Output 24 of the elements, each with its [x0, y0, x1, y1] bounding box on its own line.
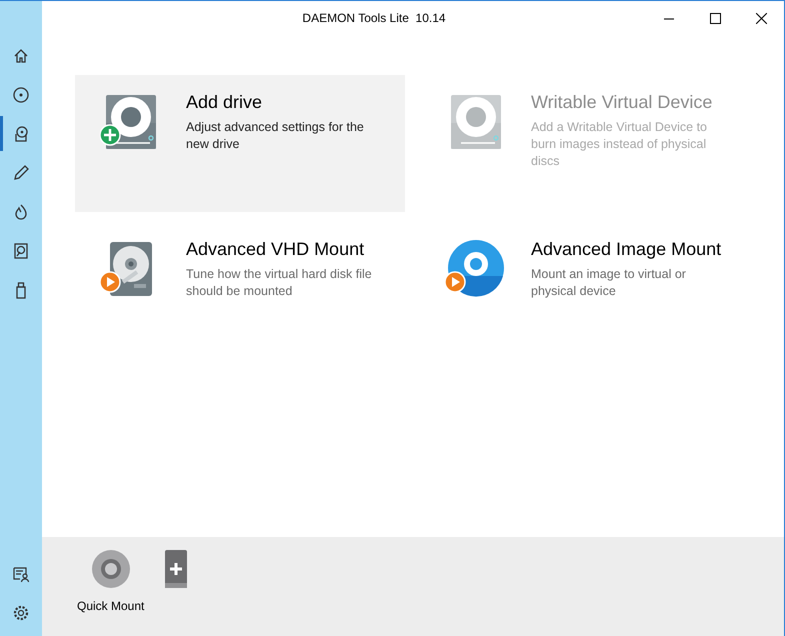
- selection-indicator: [0, 116, 3, 151]
- window-title: DAEMON Tools Lite 10.14: [301, 10, 447, 27]
- action-card[interactable]: Advanced VHD Mount Tune how the virtual hard disk file should be mounted: [75, 222, 405, 359]
- card-title: Advanced VHD Mount: [186, 238, 366, 260]
- quick-bar-item[interactable]: Quick Mount: [77, 549, 144, 615]
- quick-bar-item[interactable]: [164, 549, 188, 589]
- document-person-icon: [12, 564, 30, 582]
- action-card[interactable]: Add drive Adjust advanced settings for the new drive: [75, 75, 405, 212]
- settings-icon: [12, 604, 30, 622]
- pencil-icon: [12, 164, 30, 182]
- card-description: Adjust advanced settings for the new drive: [186, 119, 365, 153]
- disc-icon: [12, 86, 30, 104]
- home-icon: [12, 46, 30, 64]
- phone-plus-icon: [164, 549, 188, 589]
- action-card[interactable]: Advanced Image Mount Mount an image to virtual or physical device: [420, 222, 750, 359]
- disc-icon: [90, 549, 131, 589]
- card-title: Writable Virtual Device: [531, 91, 714, 113]
- card-description: Add a Writable Virtual Device to burn images instead of physical discs: [531, 119, 708, 170]
- close-icon: [756, 12, 766, 24]
- card-description: Tune how the virtual hard disk file should be mounted: [186, 266, 373, 300]
- card-title: Add drive: [186, 91, 264, 113]
- maximize-icon: [710, 12, 720, 24]
- card-description: Mount an image to virtual or physical device: [531, 266, 687, 300]
- card-title: Advanced Image Mount: [531, 238, 722, 260]
